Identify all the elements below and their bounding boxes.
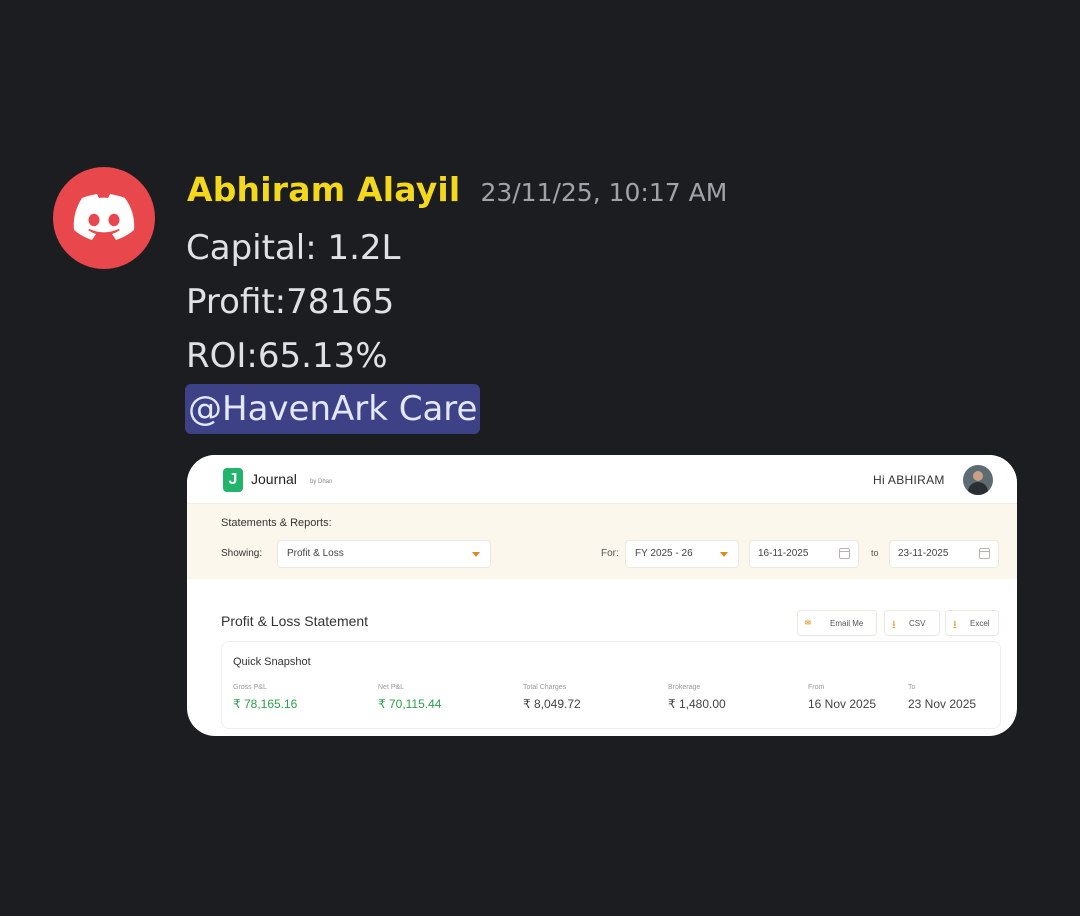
excel-button: ⭳ Excel bbox=[945, 610, 999, 636]
role-mention[interactable]: @HavenArk Care bbox=[185, 384, 481, 434]
discord-icon bbox=[73, 194, 135, 240]
metric-brokerage: Brokerage ₹ 1,480.00 bbox=[668, 684, 726, 711]
attached-image[interactable]: J Journal by Dhan Hi ABHIRAM Statements … bbox=[187, 455, 1017, 736]
chevron-down-icon bbox=[720, 552, 728, 557]
excel-label: Excel bbox=[970, 619, 990, 628]
message-timestamp: 23/11/25, 10:17 AM bbox=[480, 178, 728, 207]
journal-logo-icon: J bbox=[223, 468, 243, 492]
email-me-label: Email Me bbox=[830, 619, 864, 628]
download-icon: ⭳ bbox=[892, 619, 896, 631]
metric-gross-pnl: Gross P&L ₹ 78,165.16 bbox=[233, 684, 297, 711]
for-label: For: bbox=[601, 548, 619, 559]
metric-from: From 16 Nov 2025 bbox=[808, 684, 876, 711]
fy-value: FY 2025 - 26 bbox=[635, 548, 693, 559]
user-avatar bbox=[963, 465, 993, 495]
statement-title: Profit & Loss Statement bbox=[221, 613, 369, 629]
metric-total-charges: Total Charges ₹ 8,049.72 bbox=[523, 684, 581, 711]
showing-label: Showing: bbox=[221, 548, 263, 559]
metric-value: 16 Nov 2025 bbox=[808, 697, 877, 711]
fy-select: FY 2025 - 26 bbox=[625, 540, 739, 568]
date-from-field: 16-11-2025 bbox=[749, 540, 859, 568]
date-to-value: 23-11-2025 bbox=[898, 548, 949, 559]
mail-icon: ✉ bbox=[805, 620, 811, 627]
metric-label: Gross P&L bbox=[233, 684, 267, 691]
metric-value: ₹ 70,115.44 bbox=[378, 697, 442, 711]
metric-label: To bbox=[908, 684, 916, 691]
brand-subtitle: by Dhan bbox=[310, 479, 333, 485]
metric-label: Total Charges bbox=[523, 684, 567, 691]
snapshot-title: Quick Snapshot bbox=[233, 656, 311, 668]
metric-value: ₹ 78,165.16 bbox=[233, 697, 298, 711]
metric-to: To 23 Nov 2025 bbox=[908, 684, 976, 711]
csv-label: CSV bbox=[909, 619, 926, 628]
email-me-button: ✉ Email Me bbox=[797, 610, 877, 636]
author-name[interactable]: Abhiram Alayil bbox=[187, 170, 460, 209]
metric-value: ₹ 8,049.72 bbox=[523, 697, 581, 711]
download-icon: ⭳ bbox=[953, 619, 957, 631]
message-line-profit: Profit:78165 bbox=[186, 282, 395, 322]
report-filters: Statements & Reports: Showing: Profit & … bbox=[187, 504, 1017, 579]
metric-label: Brokerage bbox=[668, 684, 701, 691]
statements-label: Statements & Reports: bbox=[221, 517, 332, 529]
metric-value: 23 Nov 2025 bbox=[908, 697, 977, 711]
message-line-capital: Capital: 1.2L bbox=[186, 228, 401, 268]
metric-label: Net P&L bbox=[378, 684, 405, 691]
report-type-select: Profit & Loss bbox=[277, 540, 491, 568]
metric-value: ₹ 1,480.00 bbox=[668, 697, 726, 711]
date-from-value: 16-11-2025 bbox=[758, 548, 809, 559]
author-avatar[interactable] bbox=[53, 167, 155, 269]
quick-snapshot-panel: Quick Snapshot Gross P&L ₹ 78,165.16 Net… bbox=[221, 641, 1001, 729]
calendar-icon bbox=[979, 548, 990, 559]
metric-net-pnl: Net P&L ₹ 70,115.44 bbox=[378, 684, 441, 711]
user-greeting: Hi ABHIRAM bbox=[873, 473, 945, 487]
date-to-field: 23-11-2025 bbox=[889, 540, 999, 568]
message-header: Abhiram Alayil 23/11/25, 10:17 AM bbox=[187, 170, 727, 220]
to-label: to bbox=[871, 548, 879, 558]
calendar-icon bbox=[839, 548, 850, 559]
message-line-roi: ROI:65.13% bbox=[186, 336, 388, 376]
brand-name: Journal bbox=[251, 471, 297, 487]
embed-header: J Journal by Dhan Hi ABHIRAM bbox=[187, 455, 1017, 504]
metric-label: From bbox=[808, 684, 825, 691]
csv-button: ⭳ CSV bbox=[884, 610, 940, 636]
chevron-down-icon bbox=[472, 552, 480, 557]
report-type-value: Profit & Loss bbox=[287, 548, 344, 559]
